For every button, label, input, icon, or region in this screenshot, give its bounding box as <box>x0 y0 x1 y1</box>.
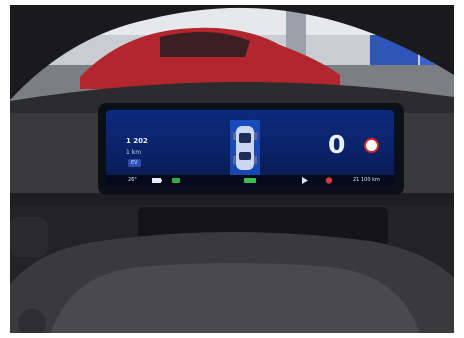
battery-icon <box>152 178 162 183</box>
range-readout: 1 km <box>126 149 142 156</box>
warning-light-icon <box>325 177 333 184</box>
mode-chip: EV <box>128 159 141 167</box>
speed-limit-sign-icon <box>364 138 379 153</box>
cluster-screen: 1 202 1 km EV 0 26° 21 100 km <box>106 110 394 186</box>
outside-temperature: 26° <box>128 177 137 183</box>
odometer: 21 100 km <box>353 177 380 183</box>
speed-readout: 0 <box>328 130 346 159</box>
trip-distance: 1 202 <box>126 137 148 145</box>
dashboard-trim <box>10 193 454 207</box>
instrument-cluster: 1 202 1 km EV 0 26° 21 100 km <box>98 103 404 195</box>
vehicle-top-view-icon <box>230 120 260 176</box>
wiper-stalk <box>10 217 48 257</box>
eco-indicator-icon <box>172 178 180 183</box>
dashboard-photo: 1 202 1 km EV 0 26° 21 100 km <box>10 5 454 333</box>
status-bar <box>106 175 394 186</box>
drive-mode-icon <box>302 177 308 184</box>
ready-indicator-icon <box>244 178 256 183</box>
